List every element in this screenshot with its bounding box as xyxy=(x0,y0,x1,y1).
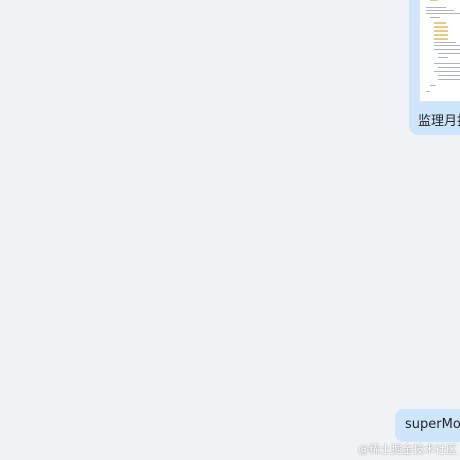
code-line xyxy=(438,57,448,58)
code-line xyxy=(438,75,460,76)
chat-message-area: 监理月报 superMon @稀土掘金技术社区 xyxy=(0,0,460,460)
code-line xyxy=(438,53,460,54)
code-line xyxy=(430,85,436,86)
message-bubble-image[interactable]: 监理月报 xyxy=(409,0,460,135)
code-line xyxy=(434,34,448,36)
code-line xyxy=(426,13,460,14)
message-text: superMon xyxy=(405,417,460,432)
code-line xyxy=(426,10,454,11)
code-line xyxy=(438,79,460,80)
code-line xyxy=(426,7,446,8)
message-bubble-text[interactable]: superMon xyxy=(395,409,460,442)
code-line xyxy=(438,67,460,68)
code-line xyxy=(434,30,448,32)
message-caption: 监理月报 xyxy=(418,114,460,129)
code-line xyxy=(434,38,448,40)
code-line xyxy=(434,45,460,46)
code-line xyxy=(434,71,460,72)
code-line xyxy=(434,63,460,64)
code-line xyxy=(434,42,456,43)
code-line xyxy=(430,0,438,1)
code-line xyxy=(434,22,446,24)
watermark: @稀土掘金技术社区 xyxy=(358,443,457,456)
code-line xyxy=(434,26,448,28)
code-line xyxy=(426,91,430,92)
code-line xyxy=(434,49,460,50)
code-screenshot-thumbnail[interactable] xyxy=(419,0,460,102)
code-line xyxy=(430,17,440,18)
